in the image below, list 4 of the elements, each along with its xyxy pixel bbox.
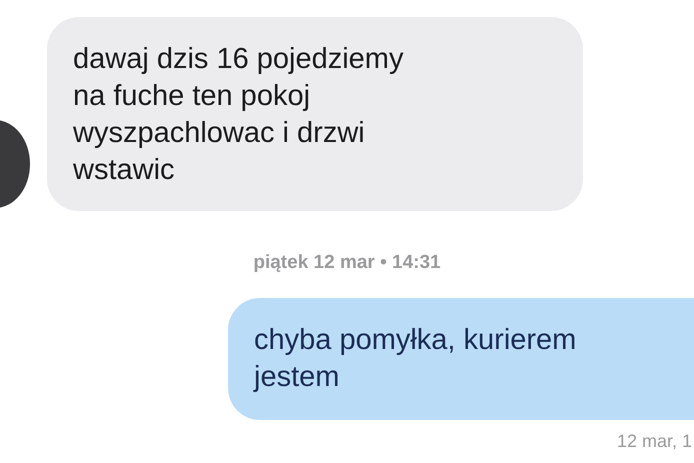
outgoing-message: chyba pomyłka, kurierem jestem — [228, 298, 694, 420]
incoming-message: dawaj dzis 16 pojedziemy na fuche ten pokoj wyszpachlowac i drzwi wstawic — [47, 17, 583, 211]
message-timestamp: piątek 12 mar • 14:31 — [252, 251, 442, 275]
message-time: 12 mar, 1 — [616, 430, 693, 452]
